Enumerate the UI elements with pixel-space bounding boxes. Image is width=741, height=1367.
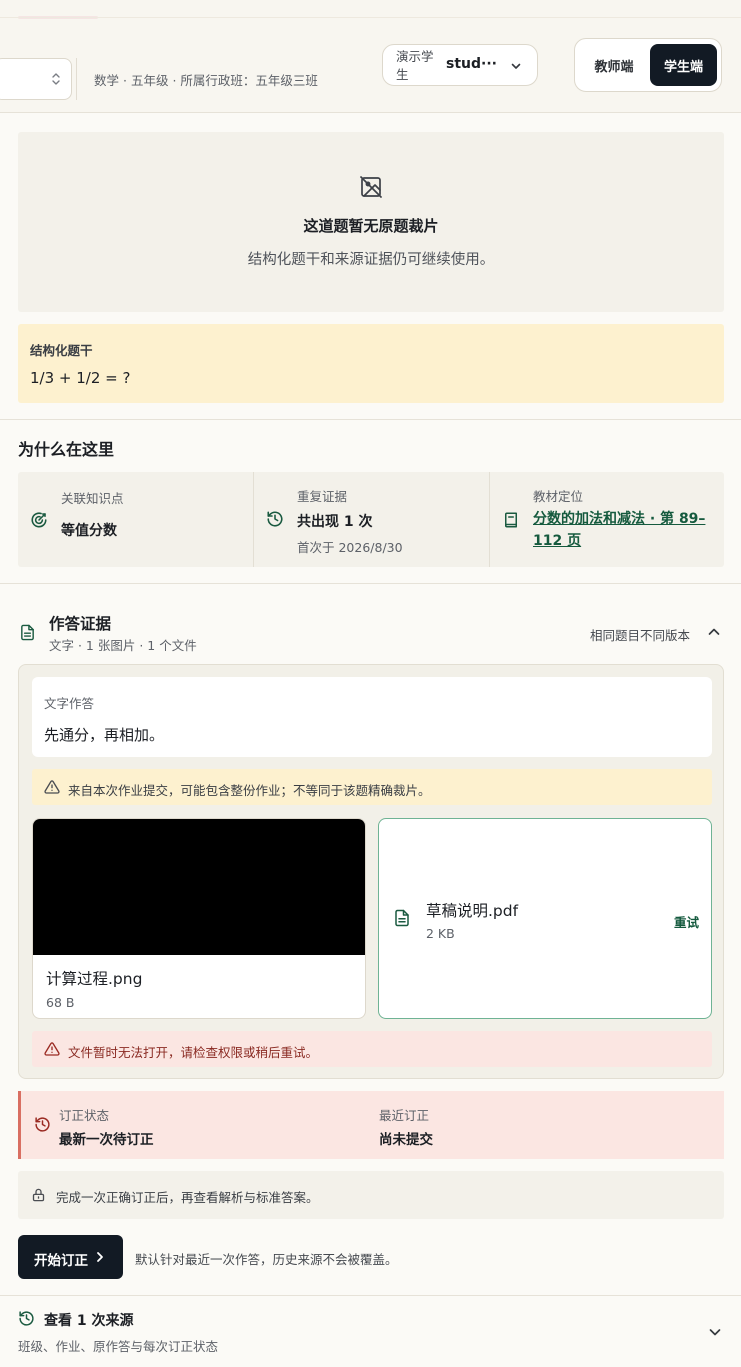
chevron-up-icon[interactable] [706,624,722,640]
why-here-title: 为什么在这里 [18,440,115,459]
stem-label: 结构化题干 [30,343,93,358]
student-select-value: stud··· [446,56,497,72]
correction-status: 订正状态 最新一次待订正 最近订正 尚未提交 [18,1091,724,1159]
alert-triangle-icon [44,779,60,795]
text-answer-label: 文字作答 [44,696,95,711]
image-file-name: 计算过程.png [46,970,143,988]
section-divider [0,1295,741,1296]
textbook-card: 教材定位 分数的加法和减法 · 第 89–112 页 [489,472,724,567]
evidence-subtitle: 文字 · 1 张图片 · 1 个文件 [49,638,197,653]
pdf-file-size: 2 KB [426,926,455,941]
start-correction-button[interactable]: 开始订正 [18,1235,123,1279]
chevron-down-icon [510,60,522,72]
student-select[interactable]: 演示学生 stud··· [382,44,538,86]
class-meta: 数学 · 五年级 · 所属行政班：五年级三班 [94,70,318,89]
text-answer-content: 先通分，再相加。 [44,726,165,744]
knowledge-value: 等值分数 [61,523,117,539]
source-warning: 来自本次作业提交，可能包含整份作业；不等同于该题精确裁片。 [32,769,712,805]
history-icon [18,1310,35,1327]
sources-title[interactable]: 查看 1 次来源 [44,1310,134,1330]
stem-content: 1/3 + 1/2 = ? [30,369,131,387]
knowledge-caption: 关联知识点 [61,491,124,506]
history-icon [34,1116,51,1133]
text-answer-card: 文字作答 先通分，再相加。 [32,677,712,757]
alert-triangle-icon [44,1041,60,1057]
section-divider [0,583,741,584]
evidence-title: 作答证据 [49,615,112,633]
repeat-caption: 重复证据 [297,489,348,504]
image-off-icon [359,175,383,199]
image-thumbnail[interactable] [33,819,365,955]
chevron-down-icon[interactable] [707,1324,723,1340]
course-select[interactable] [0,58,72,100]
source-warning-text: 来自本次作业提交，可能包含整份作业；不等同于该题精确裁片。 [68,783,431,798]
lock-notice-text: 完成一次正确订正后，再查看解析与标准答案。 [56,1190,319,1205]
header-rail [0,17,741,18]
teacher-role-button[interactable]: 教师端 [580,44,648,86]
file-text-icon [19,623,36,642]
chevron-right-icon [94,1250,106,1264]
sources-subtitle: 班级、作业、原作答与每次订正状态 [18,1339,219,1354]
lock-icon [31,1187,46,1203]
repeat-card: 重复证据 共出现 1 次 首次于 2026/8/30 [253,472,489,567]
pdf-attachment-card[interactable]: 草稿说明.pdf 2 KB 重试 [378,818,712,1019]
role-toggle: 教师端 学生端 [574,38,722,92]
version-link[interactable]: 相同题目不同版本 [590,625,690,644]
question-image-placeholder: 这道题暂无原题裁片 结构化题干和来源证据仍可继续使用。 [18,132,724,312]
image-file-size: 68 B [46,995,75,1010]
header-divider [76,58,77,100]
recent-caption: 最近订正 [379,1108,430,1123]
repeat-first-date: 首次于 2026/8/30 [297,540,403,555]
knowledge-card: 关联知识点 等值分数 [18,472,254,567]
dot-separator: · [123,73,131,88]
no-image-title: 这道题暂无原题裁片 [303,217,439,235]
book-icon [502,511,520,529]
top-header: 数学 · 五年级 · 所属行政班：五年级三班 演示学生 stud··· 教师端 … [0,0,741,113]
image-attachment-card[interactable]: 计算过程.png 68 B [32,818,366,1019]
class-value: 五年级三班 [255,73,318,88]
subject-text: 数学 [94,73,120,88]
repeat-value: 共出现 1 次 [297,514,373,530]
start-correction-note: 默认针对最近一次作答，历史来源不会被覆盖。 [135,1252,398,1267]
answer-lock-notice: 完成一次正确订正后，再查看解析与标准答案。 [18,1171,724,1219]
status-value: 最新一次待订正 [59,1132,154,1148]
grade-text: 五年级 [130,73,169,88]
student-role-button[interactable]: 学生端 [650,44,717,86]
file-error-banner: 文件暂时无法打开，请检查权限或稍后重试。 [32,1031,712,1067]
target-icon [30,511,48,529]
section-divider [0,419,741,420]
evidence-panel: 文字作答 先通分，再相加。 来自本次作业提交，可能包含整份作业；不等同于该题精确… [18,664,724,1079]
file-error-text: 文件暂时无法打开，请检查权限或稍后重试。 [68,1045,319,1060]
pdf-file-name: 草稿说明.pdf [426,902,519,920]
textbook-caption: 教材定位 [533,489,584,504]
history-icon [266,510,284,528]
why-here-cards: 关联知识点 等值分数 重复证据 共出现 1 次 首次于 2026/8/30 教材… [18,472,724,567]
no-image-subtitle: 结构化题干和来源证据仍可继续使用。 [247,252,495,268]
textbook-link[interactable]: 分数的加法和减法 · 第 89–112 页 [533,508,713,552]
start-correction-label: 开始订正 [34,1253,88,1269]
class-label: 所属行政班： [180,73,256,88]
student-select-label: 演示学生 [396,49,434,82]
recent-value: 尚未提交 [379,1132,433,1148]
updown-chevron-icon [51,71,61,87]
structured-stem: 结构化题干 1/3 + 1/2 = ? [18,324,724,403]
retry-button[interactable]: 重试 [674,912,699,931]
status-caption: 订正状态 [59,1108,110,1123]
file-text-icon [393,908,411,928]
